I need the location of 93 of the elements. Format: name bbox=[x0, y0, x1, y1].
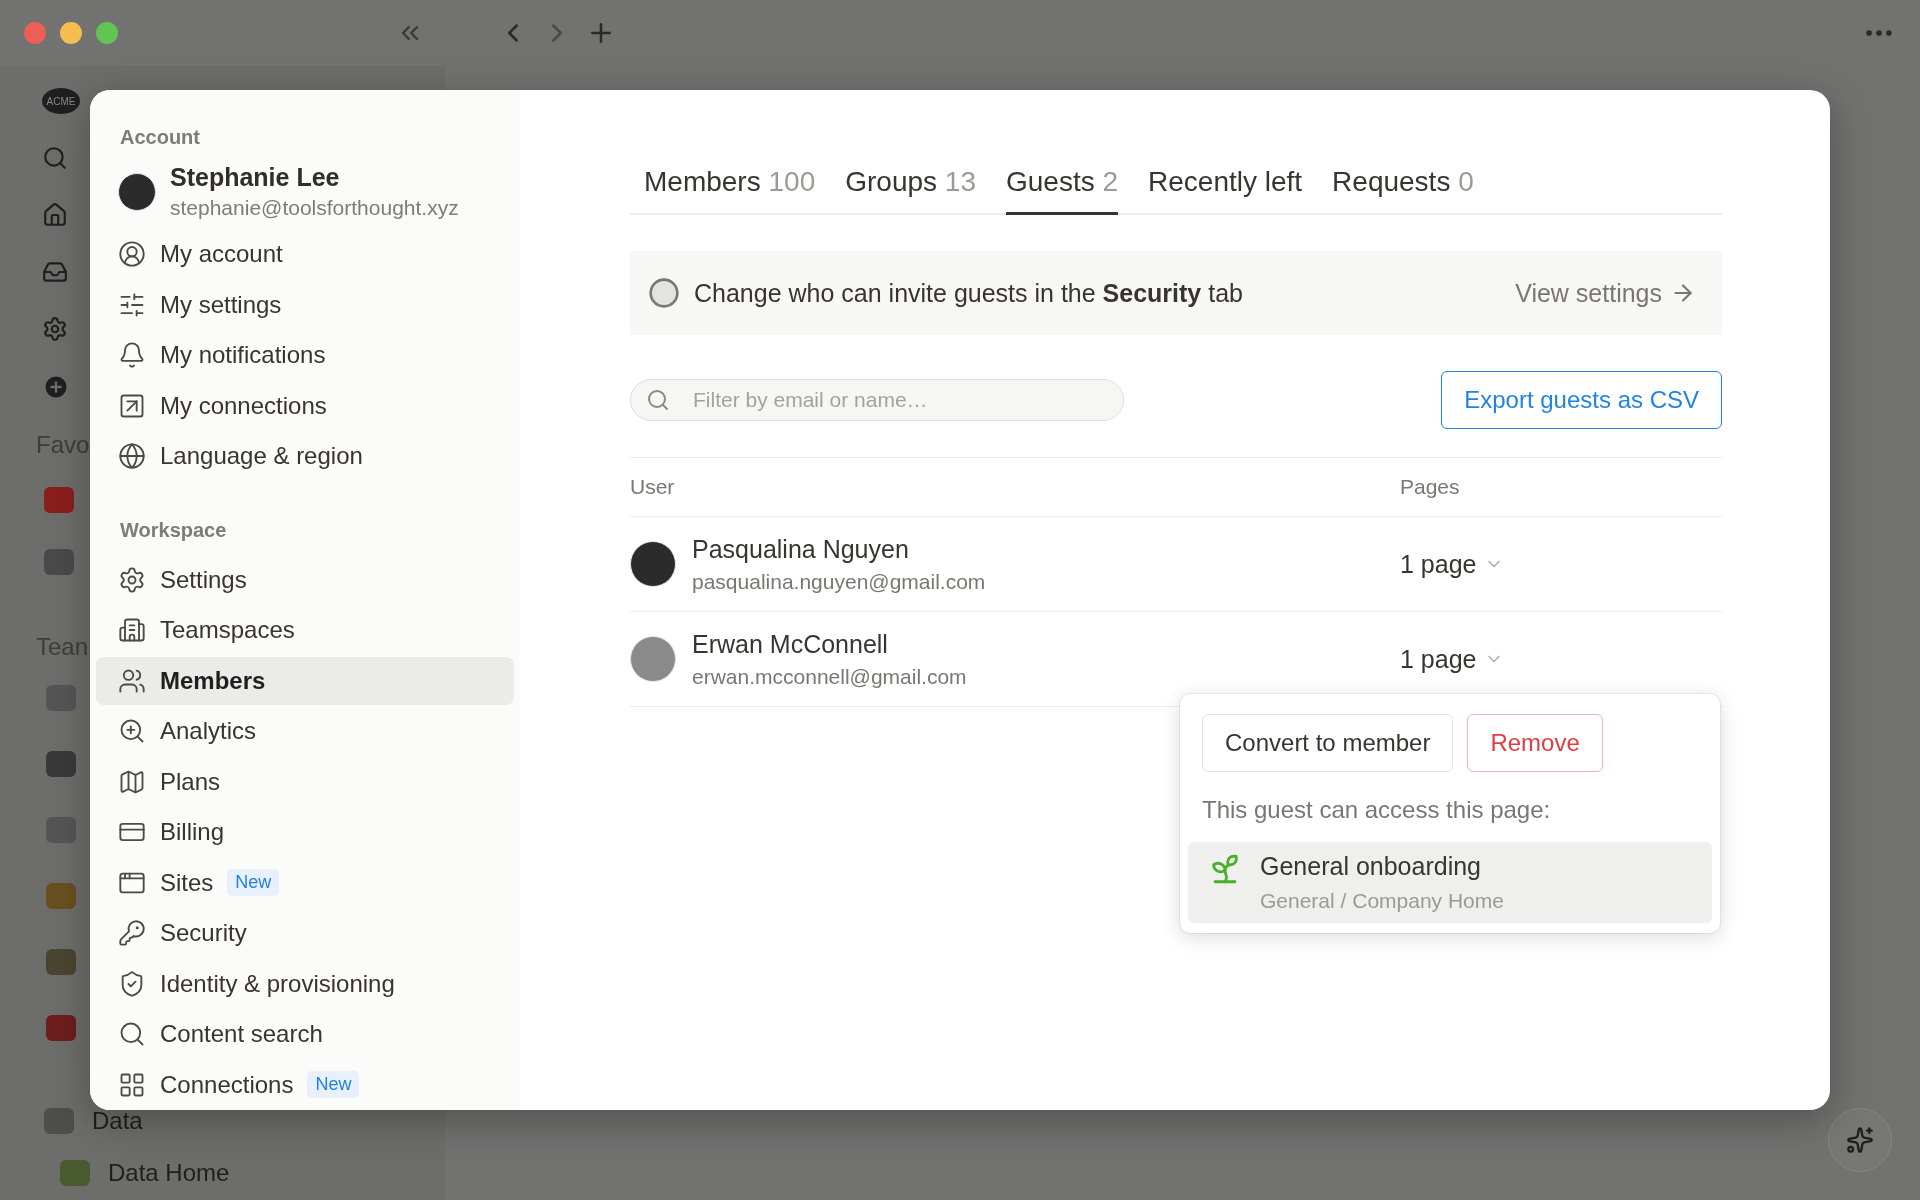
pages-dropdown[interactable]: 1 page bbox=[1400, 549, 1505, 579]
search-icon[interactable] bbox=[42, 145, 68, 171]
item-label: Connections bbox=[160, 1070, 294, 1099]
key-icon bbox=[118, 919, 146, 947]
page-icon[interactable] bbox=[46, 685, 76, 711]
item-label: Billing bbox=[160, 818, 225, 846]
settings-icon bbox=[118, 565, 146, 594]
tab[interactable]: Requests 0 bbox=[1332, 154, 1474, 215]
popover-caption: This guest can access this page: bbox=[1201, 795, 1552, 825]
globe-icon bbox=[118, 442, 146, 470]
page-item[interactable]: General onboarding General / Company Home bbox=[1188, 842, 1712, 923]
building-icon bbox=[118, 616, 146, 644]
sparkle-icon bbox=[1846, 1126, 1874, 1154]
item-label: Identity & provisioning bbox=[160, 969, 395, 998]
item-label: My settings bbox=[160, 290, 282, 319]
page-icon[interactable] bbox=[44, 487, 74, 513]
convert-button[interactable]: Convert to member bbox=[1202, 714, 1454, 772]
sidebar-item[interactable]: My connections bbox=[96, 381, 514, 430]
page-path: General / Company Home bbox=[1260, 889, 1504, 913]
page-icon[interactable] bbox=[44, 549, 74, 575]
column-header: Pages bbox=[1400, 475, 1461, 499]
item-label: My notifications bbox=[160, 341, 326, 369]
export-button[interactable]: Export guests as CSV bbox=[1441, 371, 1722, 429]
sidebar-item[interactable]: My notifications bbox=[96, 331, 514, 379]
sidebar-item[interactable]: Content search bbox=[96, 1010, 514, 1058]
item-label: Sites bbox=[160, 868, 214, 897]
close-window-button[interactable] bbox=[24, 22, 46, 44]
item-label: Content search bbox=[160, 1020, 323, 1048]
search-field[interactable]: Filter by email or name… bbox=[630, 379, 1124, 421]
sidebar-item[interactable]: Billing bbox=[96, 808, 514, 856]
sidebar-item[interactable]: Connections New bbox=[96, 1060, 514, 1109]
sidebar-item[interactable]: Members bbox=[96, 656, 514, 705]
new-badge: New bbox=[227, 869, 280, 896]
zoom-icon bbox=[118, 717, 146, 745]
sidebar-item[interactable]: Sites New bbox=[96, 858, 514, 907]
profile-name: Stephanie Lee bbox=[170, 163, 341, 192]
sidebar-item[interactable]: Security bbox=[96, 909, 514, 957]
item-label: Plans bbox=[160, 767, 221, 796]
section-title: Workspace bbox=[119, 517, 228, 543]
sidebar-item[interactable]: My settings bbox=[96, 280, 514, 329]
section-title: Account bbox=[119, 125, 201, 150]
settings-icon[interactable] bbox=[42, 316, 68, 342]
item-label: Language & region bbox=[160, 442, 363, 470]
home-icon[interactable] bbox=[42, 202, 68, 228]
user-email: pasqualina.nguyen@gmail.com bbox=[692, 569, 986, 594]
sidebar-item[interactable]: Language & region bbox=[96, 432, 514, 480]
item-label: Security bbox=[160, 919, 247, 947]
sidebar-item[interactable]: My account bbox=[96, 230, 514, 278]
page-icon[interactable] bbox=[46, 883, 76, 909]
user-name: Erwan McConnell bbox=[692, 629, 889, 659]
column-header: User bbox=[630, 475, 676, 499]
item-label: My account bbox=[160, 240, 283, 268]
avatar bbox=[118, 172, 156, 211]
sidebar-item[interactable]: Identity & provisioning bbox=[96, 959, 514, 1008]
banner-text: Change who can invite guests in the Security tab bbox=[694, 278, 1244, 308]
minimize-window-button[interactable] bbox=[60, 22, 82, 44]
sidebar-item[interactable]: Analytics bbox=[96, 707, 514, 755]
page-icon[interactable] bbox=[46, 949, 76, 975]
inbox-icon[interactable] bbox=[42, 259, 68, 285]
user-circle-icon bbox=[118, 240, 146, 268]
search-icon bbox=[118, 1020, 146, 1048]
bell-icon bbox=[118, 341, 146, 369]
search-icon bbox=[646, 388, 670, 412]
item-label: Analytics bbox=[160, 717, 257, 745]
sidebar-item[interactable]: Plans bbox=[96, 757, 514, 806]
user-email: erwan.mcconnell@gmail.com bbox=[692, 664, 967, 689]
sidebar-item[interactable]: Settings bbox=[96, 555, 514, 604]
page-icon[interactable] bbox=[60, 1160, 90, 1186]
logo: ACME bbox=[42, 88, 80, 114]
add-icon[interactable] bbox=[42, 373, 70, 401]
avatar bbox=[630, 541, 676, 587]
page-icon[interactable] bbox=[46, 751, 76, 777]
view-settings-link[interactable]: View settings bbox=[1515, 278, 1696, 308]
tab[interactable]: Guests 2 bbox=[1005, 154, 1119, 215]
page-icon[interactable] bbox=[46, 1015, 76, 1041]
avatar bbox=[630, 636, 676, 682]
page-title: General onboarding bbox=[1260, 852, 1482, 881]
profile-email: stephanie@toolsforthought.xyz bbox=[170, 196, 459, 220]
pages-dropdown[interactable]: 1 page bbox=[1400, 644, 1505, 674]
remove-button[interactable]: Remove bbox=[1467, 714, 1603, 772]
sidebar-item[interactable]: Teamspaces bbox=[96, 606, 514, 654]
zoom-window-button[interactable] bbox=[96, 22, 118, 44]
item-label: Teamspaces bbox=[160, 616, 295, 644]
item-label: Settings bbox=[160, 565, 247, 594]
tab[interactable]: Members 100 bbox=[644, 154, 816, 215]
new-badge: New bbox=[307, 1071, 360, 1098]
tab[interactable]: Recently left bbox=[1148, 154, 1303, 215]
tab[interactable]: Groups 13 bbox=[845, 154, 976, 215]
item-label: Members bbox=[160, 666, 266, 695]
page-icon[interactable] bbox=[46, 817, 76, 843]
item-label: My connections bbox=[160, 391, 327, 420]
user-circle-icon bbox=[648, 277, 680, 309]
user-name: Pasqualina Nguyen bbox=[692, 534, 910, 564]
